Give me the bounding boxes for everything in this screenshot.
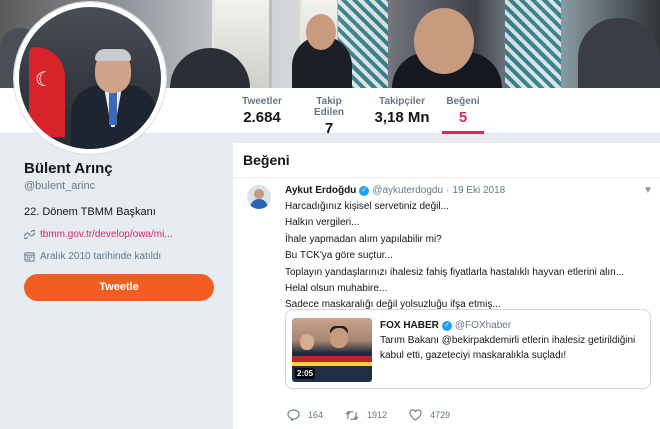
retweet-icon [345, 410, 359, 420]
profile-bio: 22. Dönem TBMM Başkanı [24, 206, 156, 218]
tweet-author-avatar[interactable] [247, 185, 271, 209]
tweet-author-name[interactable]: Aykut Erdoğdu [285, 185, 356, 196]
retweet-button[interactable]: 1912 [345, 410, 387, 421]
like-count: 4729 [430, 410, 451, 420]
quoted-author-name: FOX HABER [380, 320, 439, 331]
link-icon [24, 229, 35, 240]
profile-joined-date: Aralık 2010 tarihinde katıldı [40, 251, 162, 262]
turkish-flag [29, 47, 65, 137]
timeline-title: Beğeni [243, 152, 290, 168]
nav-count: 5 [458, 109, 468, 126]
tweet-text-line: Helal olsun muhabire... [285, 283, 388, 295]
retweet-count: 1912 [367, 410, 388, 420]
thumbnail-face [330, 328, 348, 348]
nav-label: Beğeni [446, 96, 480, 107]
tweet-date[interactable]: 19 Eki 2018 [452, 185, 505, 196]
nav-likes[interactable]: Beğeni 5 [442, 96, 484, 134]
nav-label: Tweetler [242, 96, 282, 107]
calendar-icon [24, 252, 35, 262]
tweet-actions: 164 1912 4729 [287, 409, 472, 421]
like-icon [409, 409, 422, 421]
tweet-text: Harcadığınız kişisel servetiniz değil...… [285, 199, 645, 314]
nav-count: 3,18 Mn [374, 109, 430, 126]
reply-count: 164 [308, 410, 324, 420]
profile-handle[interactable]: @bulent_arinc [24, 180, 224, 192]
nav-count: 7 [324, 120, 334, 137]
timeline-divider [233, 177, 660, 178]
reply-button[interactable]: 164 [287, 409, 323, 421]
profile-avatar[interactable] [14, 2, 166, 154]
tweet-button[interactable]: Tweetle [24, 274, 214, 301]
nav-tweets[interactable]: Tweetler 2.684 [240, 96, 284, 134]
tweet-author-handle[interactable]: @aykuterdogdu [372, 185, 443, 196]
avatar-hair [95, 49, 131, 61]
banner-camera [578, 18, 660, 88]
tweet-text-line: Bu TCK'ya göre suçtur... [285, 250, 393, 262]
quoted-author-handle: @FOXhaber [454, 320, 512, 331]
verified-icon: ✓ [359, 185, 370, 196]
tweet-text-line: Toplayın yandaşlarınızı ihalesiz fahiş f… [285, 266, 625, 278]
quoted-video-thumbnail[interactable]: 2:05 [292, 318, 372, 382]
quoted-tweet[interactable]: 2:05 FOX HABER ✓ @FOXhaber Tarım Bakanı … [285, 309, 651, 389]
quoted-tweet-header: FOX HABER ✓ @FOXhaber [380, 320, 511, 331]
tweet-text-line: Harcadığınız kişisel servetiniz değil... [285, 201, 449, 212]
profile-joined-row: Aralık 2010 tarihinde katıldı [24, 251, 224, 262]
verified-icon: ✓ [441, 320, 452, 331]
profile-link-row: tbmm.gov.tr/develop/owa/mi... [24, 229, 224, 240]
profile-name: Bülent Arınç [24, 160, 113, 177]
reply-icon [287, 409, 300, 421]
banner-face [306, 14, 336, 50]
thumbnail-face [300, 334, 314, 350]
profile-card: Bülent Arınç @bulent_arinc 22. Dönem TBM… [24, 160, 224, 301]
like-button[interactable]: 4729 [409, 409, 450, 421]
banner-pattern [505, 0, 561, 88]
tweet-separator: · [446, 185, 450, 196]
banner-face [414, 8, 474, 74]
nav-label: Takip Edilen [313, 96, 344, 118]
nav-count: 2.684 [243, 109, 281, 126]
tweet-text-line: İhale yapmadan alım yapılabilir mi? [285, 233, 442, 245]
avatar-tie [109, 91, 117, 125]
nav-following[interactable]: Takip Edilen 7 [301, 96, 357, 137]
tweet-header: Aykut Erdoğdu ✓ @aykuterdogdu · 19 Eki 2… [285, 185, 505, 196]
nav-label: Takipçiler [379, 96, 425, 107]
quoted-tweet-text: Tarım Bakanı @bekirpakdemirli etlerin ih… [380, 335, 636, 361]
twitter-profile-page: Tweetler 2.684 Takip Edilen 7 Takipçiler… [0, 0, 660, 429]
profile-website-link[interactable]: tbmm.gov.tr/develop/owa/mi... [40, 229, 173, 240]
video-duration: 2:05 [295, 368, 316, 379]
likes-timeline: Beğeni Aykut Erdoğdu ✓ @aykuterdogdu · 1… [233, 143, 660, 429]
nav-followers[interactable]: Takipçiler 3,18 Mn [374, 96, 430, 134]
chevron-down-icon[interactable]: ▼ [643, 185, 653, 196]
thumbnail-news-band [292, 362, 372, 366]
tweet-text-line: Halkın vergileri... [285, 217, 360, 229]
